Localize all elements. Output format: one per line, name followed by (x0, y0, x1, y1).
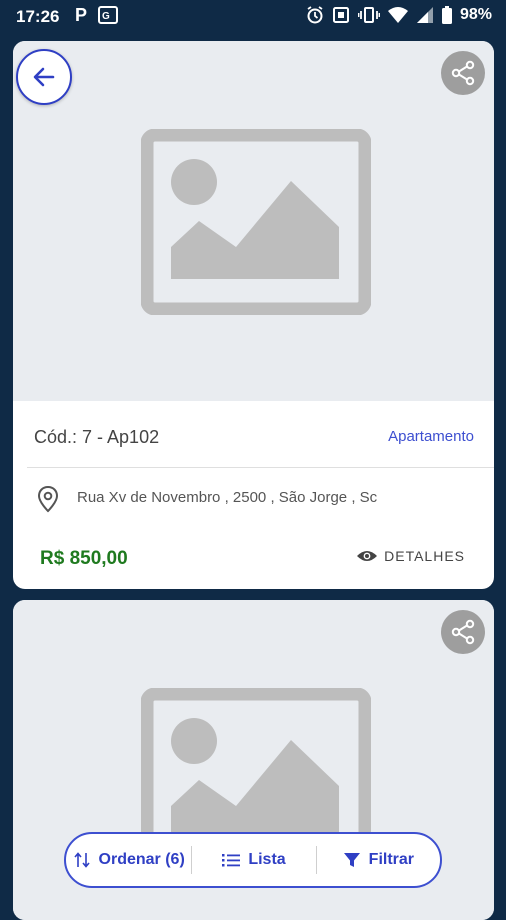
share-icon (451, 619, 475, 645)
translate-icon: G (98, 6, 118, 24)
share-button[interactable] (441, 51, 485, 95)
arrow-back-icon (33, 67, 55, 87)
filter-label: Filtrar (368, 851, 415, 868)
status-bar: 17:26 P G 98% (0, 0, 506, 34)
divider (27, 467, 494, 468)
back-button[interactable] (16, 49, 72, 105)
details-button[interactable]: DETALHES (356, 548, 465, 564)
image-placeholder-icon (141, 129, 371, 315)
listing-code: Cód.: 7 - Ap102 (34, 427, 160, 447)
filter-icon (343, 853, 360, 867)
listing-type: Apartamento (388, 428, 474, 445)
alarm-icon (307, 6, 323, 24)
sort-button[interactable]: Ordenar (6) (66, 834, 191, 886)
list-label: Lista (248, 851, 286, 868)
listing-photo[interactable] (13, 41, 494, 401)
nfc-icon (332, 7, 349, 23)
share-icon (451, 60, 475, 86)
share-button[interactable] (441, 610, 485, 654)
wifi-icon (387, 7, 408, 23)
battery-percentage: 98% (459, 6, 492, 23)
eye-icon (357, 551, 378, 561)
filter-button[interactable]: Filtrar (317, 834, 440, 886)
sort-icon (73, 852, 90, 868)
list-view-button[interactable]: Lista (192, 834, 315, 886)
battery-icon (441, 6, 452, 24)
status-time: 17:26 (16, 7, 60, 26)
svg-text:P: P (75, 5, 87, 25)
details-label: DETALHES (384, 548, 465, 564)
sort-label: Ordenar (6) (98, 851, 185, 868)
parking-icon: P (75, 5, 87, 25)
svg-text:G: G (102, 11, 110, 22)
vibrate-icon (357, 7, 380, 23)
listing-price: R$ 850,00 (40, 548, 128, 569)
listing-address: Rua Xv de Novembro , 2500 , São Jorge , … (77, 489, 378, 506)
listing-card[interactable]: Cód.: 7 - Ap102 Apartamento Rua Xv de No… (13, 41, 494, 589)
signal-icon (416, 7, 433, 23)
bottom-action-bar: Ordenar (6) Lista Filtrar (64, 832, 442, 888)
location-pin-icon (37, 485, 59, 513)
list-icon (222, 854, 241, 867)
